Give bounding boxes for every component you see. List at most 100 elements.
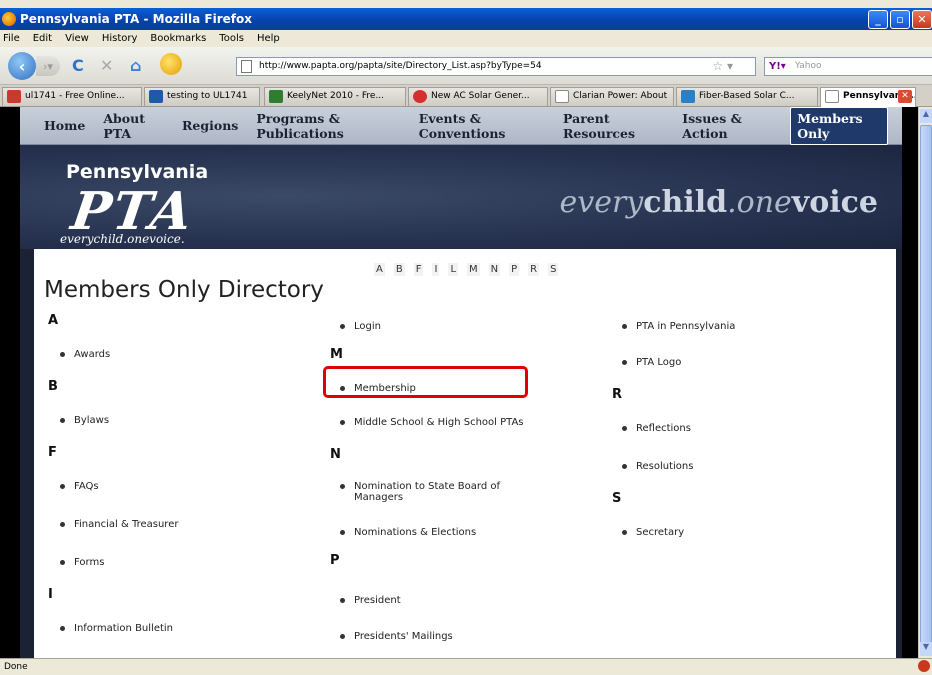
link-president[interactable]: President <box>340 595 530 606</box>
star-icon[interactable]: ☆ ▾ <box>712 58 733 75</box>
window-title: Pennsylvania PTA - Mozilla Firefox <box>20 12 252 26</box>
title-bar: Pennsylvania PTA - Mozilla Firefox _ ▫ ✕ <box>0 8 932 30</box>
page-icon <box>555 90 569 103</box>
nav-events[interactable]: Events & Conventions <box>419 111 545 141</box>
tab-label: KeelyNet 2010 - Fre... <box>287 91 385 101</box>
menu-file[interactable]: File <box>3 33 20 44</box>
status-bar: Done <box>0 658 932 675</box>
link-nomination-board[interactable]: Nomination to State Board of Managers <box>340 481 530 503</box>
alpha-m[interactable]: M <box>467 263 480 276</box>
tab-clarian[interactable]: Clarian Power: About <box>550 87 674 106</box>
navigation-toolbar: ‹ ›▾ C ✕ ⌂ http://www.papta.org/papta/si… <box>0 47 932 85</box>
tab-pennsylvania[interactable]: Pennsylvania... ✕ <box>820 87 916 107</box>
menu-history[interactable]: History <box>102 33 138 44</box>
close-tab-icon[interactable]: ✕ <box>898 90 912 103</box>
tab-solar[interactable]: New AC Solar Gener... <box>408 87 548 106</box>
section-r: R <box>612 387 623 402</box>
tab-keelynet[interactable]: KeelyNet 2010 - Fre... <box>264 87 406 106</box>
search-box[interactable]: Y!▾ Yahoo <box>764 57 932 76</box>
link-presidents-mailings[interactable]: Presidents' Mailings <box>340 631 530 642</box>
tab-fiber[interactable]: Fiber-Based Solar C... <box>676 87 818 106</box>
alpha-i[interactable]: I <box>432 263 440 276</box>
menu-edit[interactable]: Edit <box>33 33 52 44</box>
minimize-button[interactable]: _ <box>868 10 888 29</box>
fiber-site-icon <box>681 90 695 103</box>
stop-icon[interactable]: ✕ <box>100 56 113 75</box>
yahoo-icon: Y!▾ <box>769 61 786 72</box>
slogan-voice: voice <box>791 185 878 220</box>
forward-button[interactable]: ›▾ <box>36 56 60 76</box>
nav-home[interactable]: Home <box>44 118 85 133</box>
section-i: I <box>48 587 53 602</box>
maximize-button[interactable]: ▫ <box>890 10 910 29</box>
link-middle-high-school[interactable]: Middle School & High School PTAs <box>340 417 530 428</box>
home-icon[interactable]: ⌂ <box>130 56 141 75</box>
link-resolutions[interactable]: Resolutions <box>622 461 812 472</box>
membership-highlight <box>323 366 528 398</box>
link-reflections[interactable]: Reflections <box>622 423 812 434</box>
link-pta-logo[interactable]: PTA Logo <box>622 357 812 368</box>
page-viewport: Home About PTA Regions Programs & Public… <box>0 107 932 658</box>
menu-bookmarks[interactable]: Bookmarks <box>150 33 206 44</box>
nav-members-only[interactable]: Members Only <box>790 107 888 145</box>
link-forms[interactable]: Forms <box>60 557 250 568</box>
section-n: N <box>330 447 341 462</box>
bookmark-addon-icon[interactable] <box>160 53 182 75</box>
alpha-s[interactable]: S <box>548 263 559 276</box>
status-text: Done <box>4 662 28 672</box>
scroll-thumb[interactable] <box>920 125 932 645</box>
link-information-bulletin[interactable]: Information Bulletin <box>60 623 250 634</box>
directory-content: A B F I L M N P R S Members Only Directo… <box>34 249 896 658</box>
nav-about[interactable]: About PTA <box>103 111 164 141</box>
solar-site-icon <box>413 90 427 103</box>
page-icon <box>241 60 252 73</box>
nav-programs[interactable]: Programs & Publications <box>256 111 400 141</box>
tab-ul1741[interactable]: ul1741 - Free Online... <box>2 87 142 106</box>
link-financial[interactable]: Financial & Treasurer <box>60 519 250 530</box>
vertical-scrollbar[interactable]: ▲ ▼ <box>918 107 932 658</box>
alpha-b[interactable]: B <box>393 263 405 276</box>
nav-parent[interactable]: Parent Resources <box>563 111 664 141</box>
nav-issues[interactable]: Issues & Action <box>682 111 772 141</box>
alpha-f[interactable]: F <box>413 263 424 276</box>
alpha-p[interactable]: P <box>509 263 520 276</box>
menu-bar: File Edit View History Bookmarks Tools H… <box>0 30 932 47</box>
scroll-down-icon[interactable]: ▼ <box>920 642 932 656</box>
tab-label: Fiber-Based Solar C... <box>699 91 795 101</box>
nav-regions[interactable]: Regions <box>182 118 238 133</box>
alpha-l[interactable]: L <box>448 263 459 276</box>
back-button[interactable]: ‹ <box>8 52 36 80</box>
menu-help[interactable]: Help <box>257 33 280 44</box>
site-nav: Home About PTA Regions Programs & Public… <box>20 107 902 145</box>
menu-view[interactable]: View <box>65 33 89 44</box>
link-faqs[interactable]: FAQs <box>60 481 250 492</box>
reload-icon[interactable]: C <box>72 56 84 75</box>
alpha-r[interactable]: R <box>528 263 540 276</box>
section-p: P <box>330 553 340 568</box>
link-bylaws[interactable]: Bylaws <box>60 415 250 426</box>
alpha-index: A B F I L M N P R S <box>374 263 559 276</box>
alpha-a[interactable]: A <box>374 263 385 276</box>
menu-tools[interactable]: Tools <box>219 33 244 44</box>
site-banner: Pennsylvania PTA everychild.onevoice. ev… <box>20 145 902 249</box>
alpha-n[interactable]: N <box>488 263 501 276</box>
slogan-every: every <box>559 185 644 220</box>
link-nominations-elections[interactable]: Nominations & Elections <box>340 527 530 538</box>
pdf-icon <box>7 90 21 103</box>
logo-state: Pennsylvania <box>66 161 209 183</box>
tab-label: ul1741 - Free Online... <box>25 91 125 101</box>
link-login[interactable]: Login <box>340 321 530 332</box>
tab-testing[interactable]: testing to UL1741 <box>144 87 260 106</box>
addon-status-icon[interactable] <box>918 660 930 672</box>
scroll-up-icon[interactable]: ▲ <box>920 109 932 123</box>
section-f: F <box>48 445 57 460</box>
close-button[interactable]: ✕ <box>912 10 932 29</box>
section-a: A <box>48 313 59 328</box>
play-icon <box>149 90 163 103</box>
link-pta-in-pennsylvania[interactable]: PTA in Pennsylvania <box>622 321 812 332</box>
link-secretary[interactable]: Secretary <box>622 527 812 538</box>
link-awards[interactable]: Awards <box>60 349 250 360</box>
tab-label: New AC Solar Gener... <box>431 91 530 101</box>
address-bar[interactable]: http://www.papta.org/papta/site/Director… <box>236 57 756 76</box>
tab-bar: ul1741 - Free Online... testing to UL174… <box>0 85 932 107</box>
